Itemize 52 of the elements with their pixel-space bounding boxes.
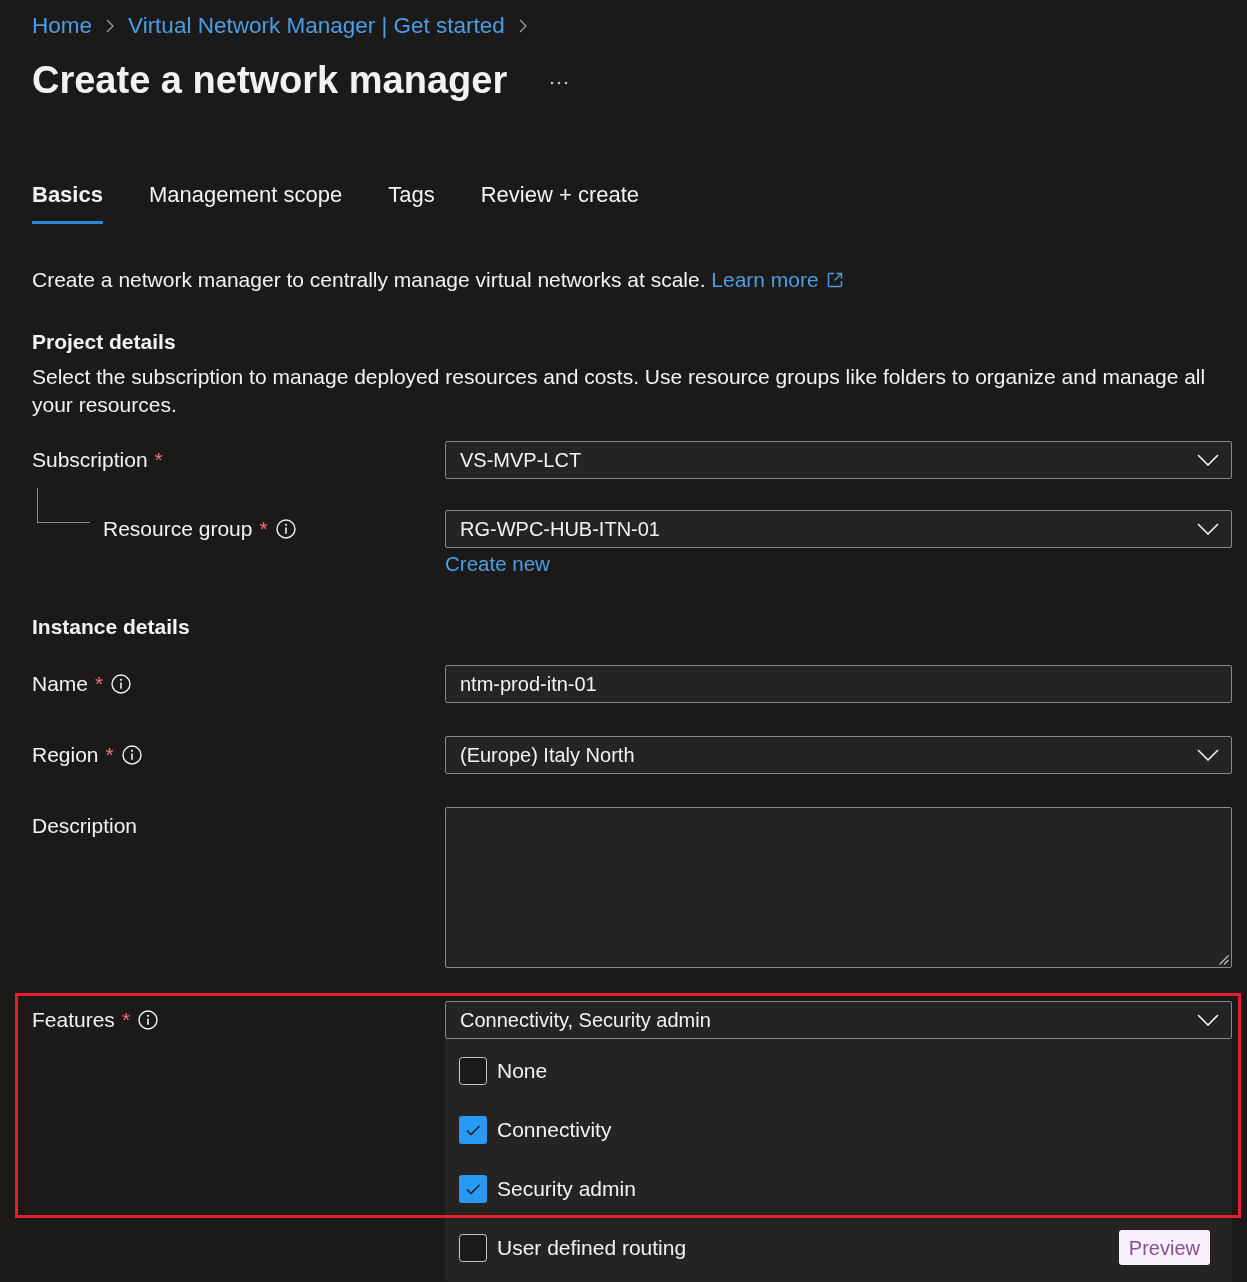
- info-icon[interactable]: [275, 519, 296, 539]
- required-mark: *: [95, 671, 104, 697]
- chevron-right-icon: [106, 19, 115, 33]
- section-heading: Project details: [32, 329, 177, 355]
- tab[interactable]: Review + create: [480, 181, 640, 224]
- tab[interactable]: Management scope: [148, 181, 343, 224]
- field-label: Description: [32, 813, 138, 839]
- chevron-right-icon: [518, 19, 527, 33]
- chevron-down-icon: [1197, 749, 1219, 761]
- checkbox[interactable]: [459, 1115, 487, 1144]
- checkbox[interactable]: [459, 1174, 487, 1203]
- dropdown-option[interactable]: Security admin: [445, 1159, 1232, 1218]
- chevron-down-icon: [1197, 1014, 1219, 1026]
- external-link-icon: [826, 272, 843, 288]
- tree-connector: [37, 488, 90, 523]
- tab[interactable]: Basics: [32, 181, 103, 224]
- checkbox[interactable]: [459, 1056, 487, 1085]
- dropdown[interactable]: RG-WPC-HUB-ITN-01: [445, 510, 1232, 548]
- learn-more-link[interactable]: Learn more: [711, 266, 843, 294]
- text-field[interactable]: ntm-prod-itn-01: [445, 665, 1232, 703]
- breadcrumb-link[interactable]: Home: [32, 12, 93, 40]
- preview-badge: Preview: [1118, 1230, 1210, 1265]
- dropdown-option[interactable]: User defined routing Preview: [445, 1218, 1232, 1277]
- dropdown-option[interactable]: Connectivity: [445, 1100, 1232, 1159]
- section-description: Select the subscription to manage deployed resources and costs. Use resource groups like folders to organize and manage all your resources.: [32, 364, 1207, 418]
- intro-text: Create a network manager to centrally manage virtual networks at scale. Learn more: [32, 266, 1232, 294]
- page-title: Create a network manager: [32, 58, 508, 102]
- info-icon[interactable]: [138, 1010, 159, 1030]
- info-icon[interactable]: [121, 745, 142, 765]
- required-mark: *: [121, 1007, 131, 1033]
- required-mark: *: [259, 516, 268, 542]
- info-icon[interactable]: [111, 674, 132, 694]
- field-label: Features: [32, 1007, 115, 1033]
- dropdown[interactable]: (Europe) Italy North: [445, 736, 1232, 774]
- chevron-down-icon: [1197, 454, 1219, 466]
- chevron-down-icon: [1197, 523, 1219, 535]
- field-label: Name: [32, 671, 89, 697]
- checkbox[interactable]: [459, 1233, 487, 1262]
- more-icon[interactable]: [550, 81, 569, 85]
- dropdown-option[interactable]: None: [445, 1041, 1232, 1100]
- breadcrumb-link[interactable]: Virtual Network Manager | Get started: [128, 12, 505, 40]
- dropdown[interactable]: VS-MVP-LCT: [445, 441, 1232, 479]
- tab[interactable]: Tags: [388, 181, 435, 224]
- required-mark: *: [105, 742, 114, 768]
- resize-handle-icon[interactable]: [1219, 955, 1229, 965]
- field-label: Resource group: [103, 516, 253, 542]
- field-label: Subscription: [32, 447, 148, 473]
- section-heading: Instance details: [32, 614, 191, 640]
- create-new-link[interactable]: Create new: [445, 552, 550, 576]
- required-mark: *: [154, 447, 163, 473]
- field-label: Region: [32, 742, 99, 768]
- dropdown[interactable]: Connectivity, Security admin: [445, 1001, 1232, 1039]
